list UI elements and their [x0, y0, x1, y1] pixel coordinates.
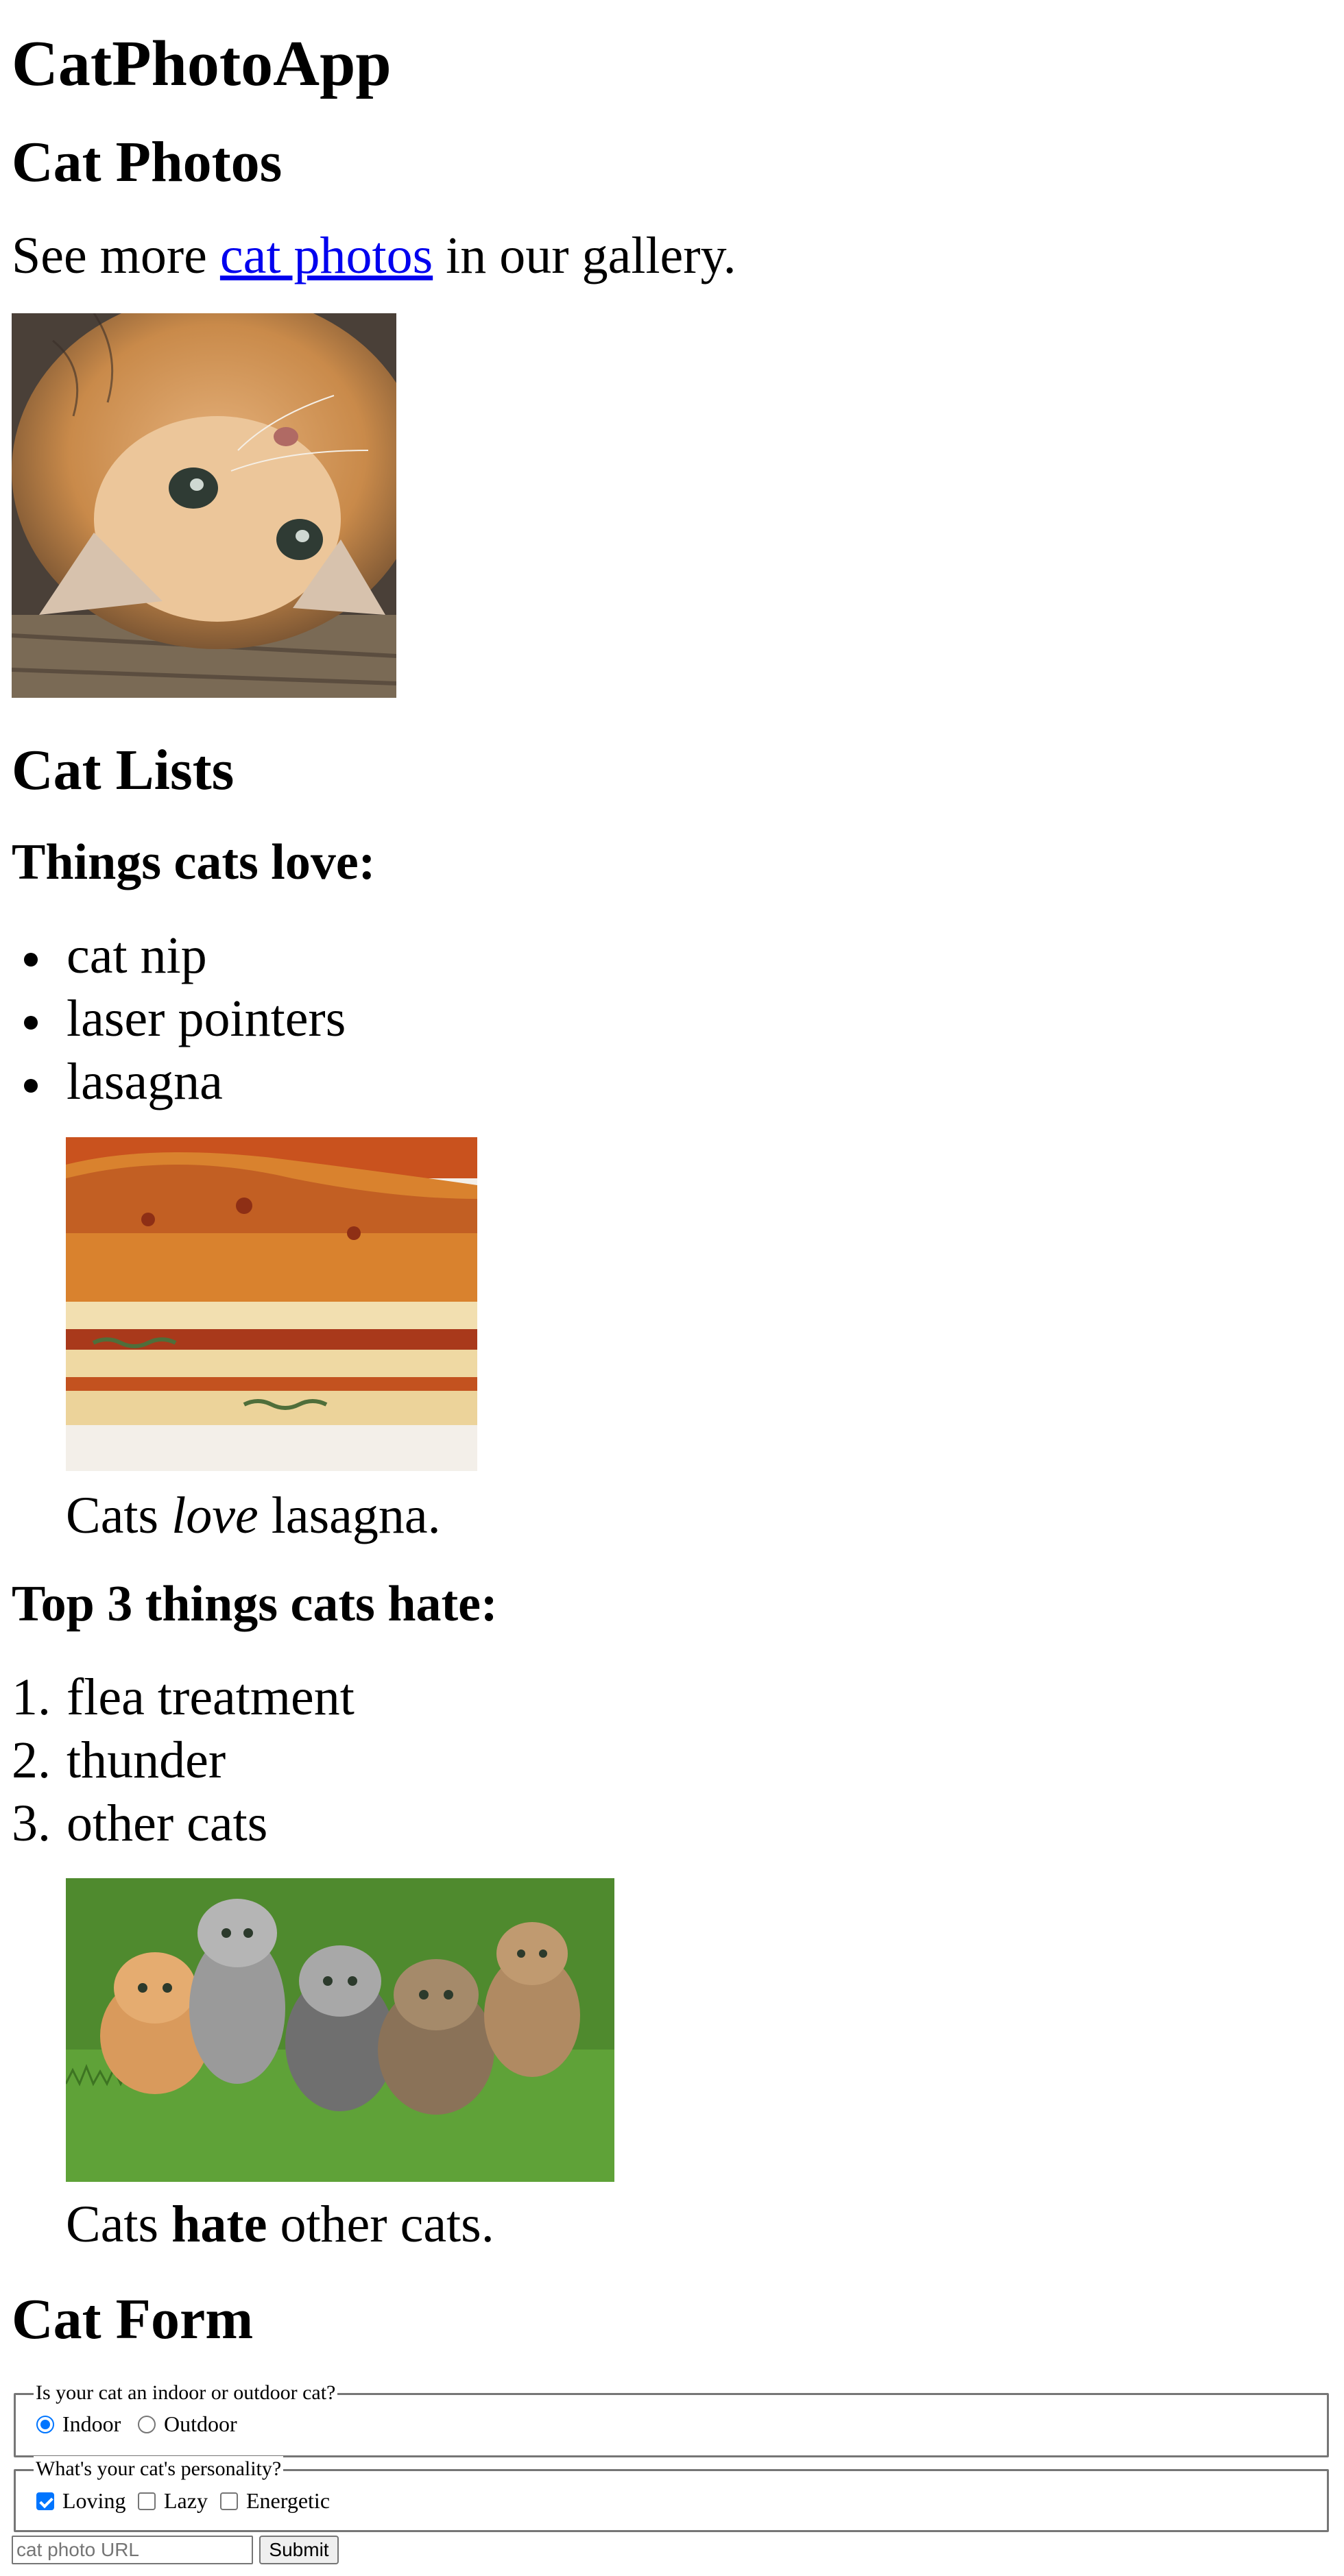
love-list-item: lasagna — [12, 1050, 629, 1113]
outdoor-option[interactable]: Outdoor — [138, 2411, 237, 2437]
lazy-option[interactable]: Lazy — [138, 2488, 208, 2514]
indoor-radio[interactable] — [36, 2415, 54, 2433]
caption-emphasis: love — [171, 1487, 259, 1544]
list-number: 1. — [12, 1668, 51, 1726]
hate-list-heading: Top 3 things cats hate: — [12, 1576, 498, 1632]
location-legend: Is your cat an indoor or outdoor cat? — [34, 2380, 338, 2406]
hate-item-label: thunder — [67, 1731, 226, 1789]
location-fieldset: Is your cat an indoor or outdoor cat? In… — [14, 2380, 1329, 2457]
love-list-item: laser pointers — [12, 987, 629, 1050]
personality-fieldset: What's your cat's personality? Loving La… — [14, 2456, 1329, 2532]
lazy-checkbox[interactable] — [138, 2492, 156, 2510]
gallery-text-after: in our gallery. — [433, 227, 736, 284]
kittens-image — [66, 1878, 614, 2182]
outdoor-radio[interactable] — [138, 2415, 156, 2433]
cat-photo-url-input[interactable] — [12, 2536, 253, 2564]
cat-photos-heading: Cat Photos — [12, 130, 283, 194]
lasagna-caption: Cats love lasagna. — [66, 1485, 441, 1547]
indoor-option[interactable]: Indoor — [36, 2411, 121, 2437]
hate-list-item: 2. thunder — [12, 1729, 629, 1792]
loving-option[interactable]: Loving — [36, 2488, 125, 2514]
caption-text: lasagna. — [258, 1487, 441, 1544]
energetic-option[interactable]: Energetic — [220, 2488, 330, 2514]
kittens-caption: Cats hate other cats. — [66, 2194, 494, 2256]
lasagna-image — [66, 1137, 477, 1471]
list-number: 3. — [12, 1795, 51, 1852]
energetic-checkbox[interactable] — [220, 2492, 238, 2510]
energetic-label: Energetic — [246, 2488, 331, 2513]
relaxing-cat-image-link[interactable] — [12, 313, 396, 698]
cat-lists-heading: Cat Lists — [12, 738, 235, 802]
hate-item-label: flea treatment — [67, 1668, 355, 1726]
love-list: cat nip laser pointers lasagna — [12, 924, 629, 1113]
caption-strong: hate — [171, 2196, 267, 2253]
caption-text: Cats — [66, 2196, 172, 2253]
relaxing-cat-image — [12, 313, 396, 698]
cat-photos-link[interactable]: cat photos — [220, 227, 433, 284]
loving-checkbox[interactable] — [36, 2492, 54, 2510]
cat-form-heading: Cat Form — [12, 2287, 254, 2351]
gallery-text-before: See more — [12, 227, 220, 284]
hate-list: 1. flea treatment 2. thunder 3. other cats — [12, 1666, 629, 1855]
loving-label: Loving — [62, 2488, 126, 2513]
hate-item-label: other cats — [67, 1795, 268, 1852]
app-title: CatPhotoApp — [12, 28, 392, 99]
caption-text: other cats. — [267, 2196, 494, 2253]
hate-list-item: 1. flea treatment — [12, 1666, 629, 1729]
outdoor-label: Outdoor — [164, 2411, 237, 2436]
hate-list-item: 3. other cats — [12, 1792, 629, 1855]
lazy-label: Lazy — [164, 2488, 208, 2513]
love-list-item: cat nip — [12, 924, 629, 987]
list-number: 2. — [12, 1731, 51, 1789]
personality-legend: What's your cat's personality? — [34, 2456, 284, 2482]
indoor-label: Indoor — [62, 2411, 121, 2436]
caption-text: Cats — [66, 1487, 172, 1544]
gallery-intro-text: See more cat photos in our gallery. — [12, 225, 736, 287]
submit-button[interactable]: Submit — [259, 2536, 339, 2564]
love-list-heading: Things cats love: — [12, 834, 376, 890]
